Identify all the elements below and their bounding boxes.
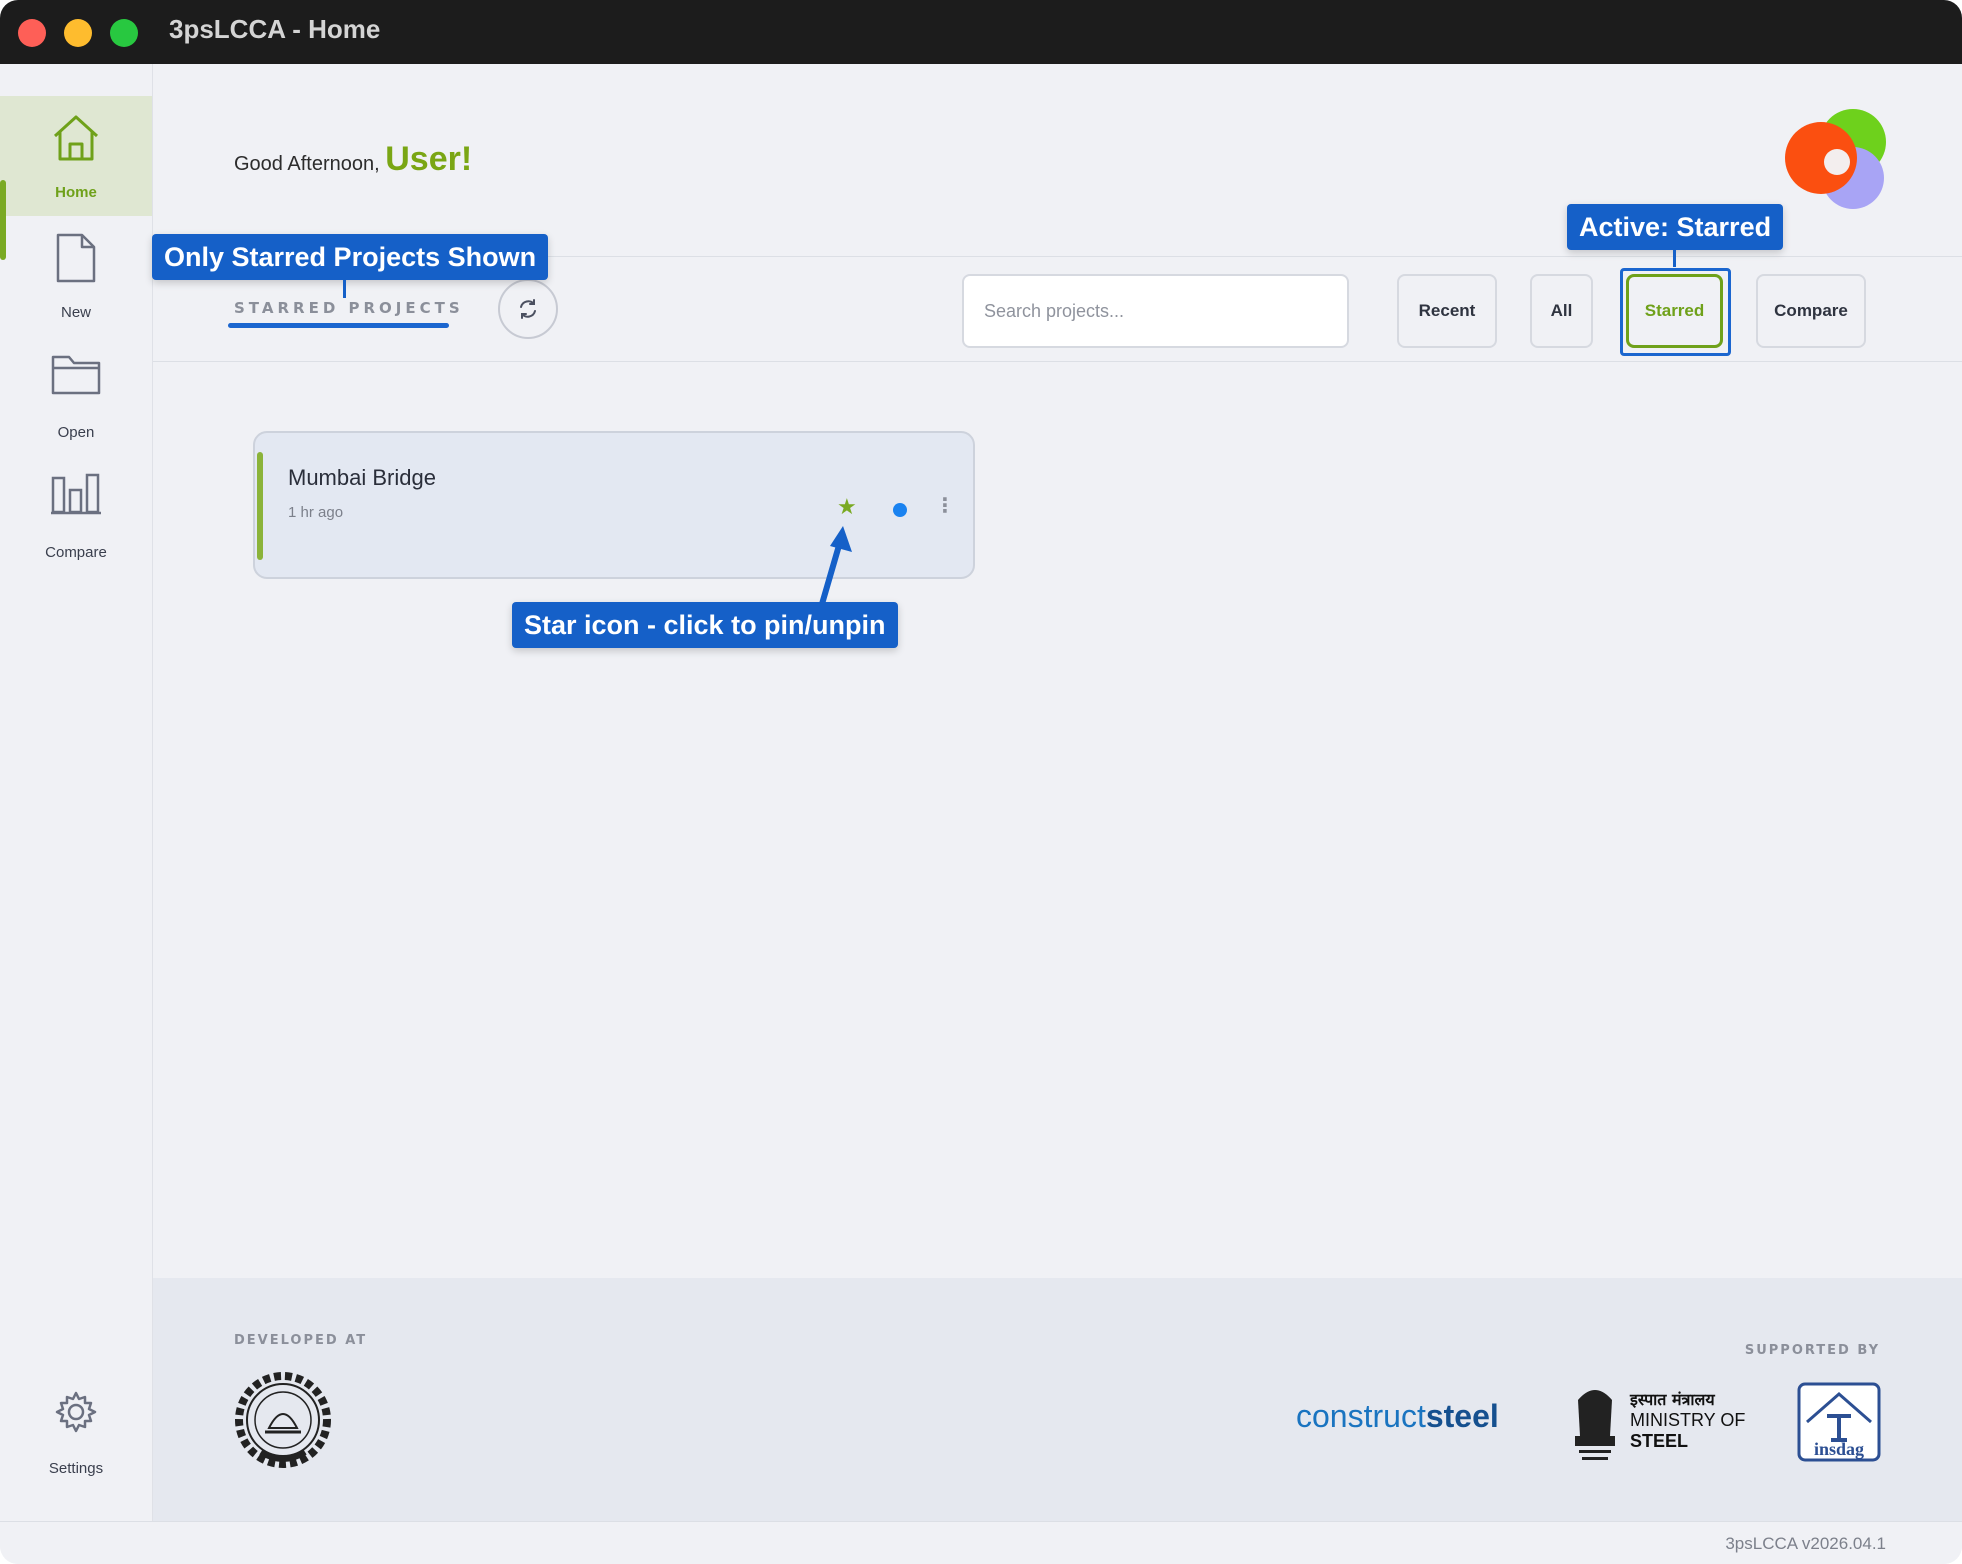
sidebar-item-open[interactable]: Open <box>0 336 152 456</box>
project-card[interactable]: Mumbai Bridge 1 hr ago ★ ⋮ <box>253 431 975 579</box>
sidebar-item-new[interactable]: New <box>0 216 152 336</box>
sidebar-item-label: Compare <box>45 544 107 561</box>
annotation-connector <box>1673 250 1676 267</box>
sidebar: Home New Open Compare Settings <box>0 64 153 1521</box>
svg-text:insdag: insdag <box>1814 1439 1864 1459</box>
close-window-button[interactable] <box>18 19 46 47</box>
national-emblem-icon <box>1575 1390 1615 1460</box>
annotation-star-icon: Star icon - click to pin/unpin <box>512 602 898 648</box>
card-accent <box>257 452 263 560</box>
more-options-icon[interactable]: ⋮ <box>935 495 955 515</box>
iit-bombay-logo <box>235 1372 331 1468</box>
maximize-window-button[interactable] <box>110 19 138 47</box>
sidebar-item-label: New <box>60 304 91 321</box>
version-label: 3psLCCA v2026.04.1 <box>1725 1534 1886 1553</box>
sidebar-item-label: Open <box>57 424 95 441</box>
footer: DEVELOPED AT SUPPORTED BY constructsteel <box>153 1278 1962 1521</box>
sidebar-item-label: Home <box>55 184 97 201</box>
user-name: User! <box>385 140 473 178</box>
window-title: 3psLCCA - Home <box>169 14 381 44</box>
filter-recent-button[interactable]: Recent <box>1397 274 1497 348</box>
developed-at-label: DEVELOPED AT <box>234 1333 368 1348</box>
project-time: 1 hr ago <box>288 504 344 521</box>
main-content: Good Afternoon, User! STARRED PROJECTS S… <box>153 64 1962 1521</box>
sidebar-item-home[interactable]: Home <box>0 96 152 216</box>
gear-icon <box>55 1391 97 1433</box>
constructsteel-logo: constructsteel <box>1296 1398 1499 1434</box>
filter-all-button[interactable]: All <box>1530 274 1593 348</box>
file-icon <box>56 233 96 283</box>
filter-compare-button[interactable]: Compare <box>1756 274 1866 348</box>
annotation-active-starred: Active: Starred <box>1567 204 1784 250</box>
annotation-only-starred: Only Starred Projects Shown <box>152 234 549 280</box>
app-logo <box>1785 109 1886 209</box>
greeting-text: Good Afternoon, <box>234 153 380 175</box>
bar-chart-icon <box>51 473 101 515</box>
greeting: Good Afternoon, User! <box>234 140 472 179</box>
star-icon[interactable]: ★ <box>837 497 857 519</box>
home-icon <box>53 115 99 161</box>
supported-by-label: SUPPORTED BY <box>1744 1343 1880 1358</box>
minimize-window-button[interactable] <box>64 19 92 47</box>
section-underline <box>228 323 449 328</box>
sidebar-item-compare[interactable]: Compare <box>0 456 152 576</box>
sidebar-item-settings[interactable]: Settings <box>0 1380 152 1490</box>
ministry-of-steel-logo: इस्पात मंत्रालय MINISTRY OF STEEL <box>1570 1380 1745 1466</box>
title-bar: 3psLCCA - Home <box>0 0 1962 64</box>
folder-icon <box>51 355 101 395</box>
app-window: 3psLCCA - Home Home New Open Compare Set… <box>0 0 1962 1564</box>
refresh-button[interactable] <box>498 279 558 339</box>
settings-label: Settings <box>48 1460 104 1477</box>
active-filter-highlight <box>1620 268 1731 356</box>
section-title: STARRED PROJECTS <box>234 299 464 317</box>
project-name: Mumbai Bridge <box>288 465 436 490</box>
insdag-logo: insdag <box>1797 1382 1881 1462</box>
annotation-connector <box>343 280 346 298</box>
refresh-icon <box>520 299 536 319</box>
annotation-arrow <box>819 526 852 605</box>
search-input[interactable] <box>962 274 1349 348</box>
status-dot <box>893 503 907 517</box>
status-bar: 3psLCCA v2026.04.1 <box>0 1521 1962 1564</box>
